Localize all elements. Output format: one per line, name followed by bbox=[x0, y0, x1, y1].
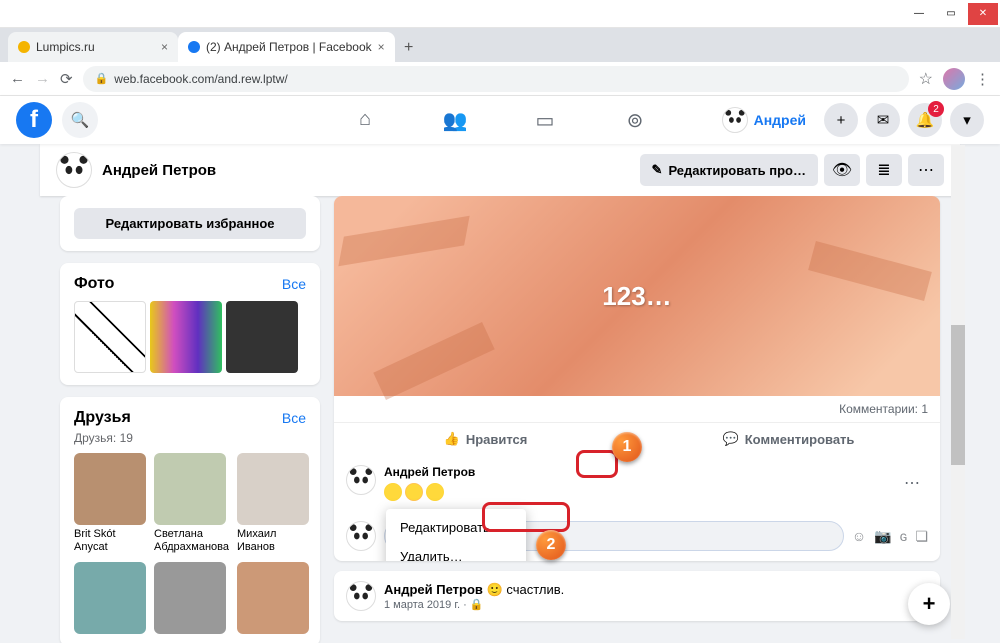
emoji-icon bbox=[405, 483, 423, 501]
friend-item[interactable] bbox=[237, 562, 309, 634]
annotation-badge: 2 bbox=[536, 530, 566, 560]
annotation-highlight bbox=[576, 450, 618, 478]
photos-card: Фото Все bbox=[60, 263, 320, 385]
photo-thumb[interactable] bbox=[226, 301, 298, 373]
comment: Андрей Петров ⋯ Редактировать… Удалить… bbox=[334, 455, 940, 511]
emoji-picker-icon[interactable]: ☺ bbox=[852, 528, 866, 544]
post: Андрей Петров 🙂 счастлив. 1 марта 2019 г… bbox=[334, 571, 940, 621]
fb-logo-icon[interactable]: f bbox=[16, 102, 52, 138]
friend-item[interactable] bbox=[74, 562, 146, 634]
commenter-avatar[interactable] bbox=[346, 465, 376, 495]
photos-all-link[interactable]: Все bbox=[282, 276, 306, 292]
groups-icon[interactable]: ⊚ bbox=[620, 108, 650, 133]
fab-create-icon[interactable]: + bbox=[908, 583, 950, 625]
new-tab-button[interactable]: + bbox=[395, 34, 423, 62]
browser-addressbar: ← → ⟳ 🔒 web.facebook.com/and.rew.lptw/ ☆… bbox=[0, 62, 1000, 96]
camera-icon[interactable]: 📷 bbox=[874, 528, 891, 545]
bookmark-icon[interactable]: ☆ bbox=[919, 69, 933, 89]
fb-center-nav: ⌂ 👥 ▭ ⊚ bbox=[350, 108, 650, 133]
fb-header: f 🔍 ⌂ 👥 ▭ ⊚ Андрей + ✉ 🔔2 ▾ bbox=[0, 96, 1000, 144]
favicon-icon bbox=[188, 41, 200, 53]
friends-title: Друзья bbox=[74, 409, 131, 427]
url-input[interactable]: 🔒 web.facebook.com/and.rew.lptw/ bbox=[83, 66, 909, 92]
profile-avatar[interactable] bbox=[56, 152, 92, 188]
composer-avatar bbox=[346, 521, 376, 551]
edit-favorites-button[interactable]: Редактировать избранное bbox=[74, 208, 306, 239]
post-image-text: 123… bbox=[602, 281, 671, 312]
friend-item[interactable]: Brit Skót Anycat bbox=[74, 453, 146, 554]
tab-title: (2) Андрей Петров | Facebook bbox=[206, 40, 372, 54]
favicon-icon bbox=[18, 41, 30, 53]
lock-icon: 🔒 bbox=[95, 72, 109, 85]
window-titlebar: — ▭ ✕ bbox=[0, 0, 1000, 28]
photo-thumb[interactable] bbox=[74, 301, 146, 373]
tab-close-icon[interactable]: × bbox=[378, 40, 385, 54]
notifications-icon[interactable]: 🔔2 bbox=[908, 103, 942, 137]
page-scrollbar[interactable] bbox=[951, 145, 965, 639]
friend-item[interactable] bbox=[154, 562, 229, 634]
sticker-icon[interactable]: ❏ bbox=[915, 528, 928, 545]
comment-more-icon[interactable]: ⋯ bbox=[896, 471, 928, 495]
friend-item[interactable]: Светлана Абдрахманова bbox=[154, 453, 229, 554]
account-menu-icon[interactable]: ▾ bbox=[950, 103, 984, 137]
browser-profile-avatar[interactable] bbox=[943, 68, 965, 90]
menu-delete[interactable]: Удалить… bbox=[386, 542, 526, 561]
browser-tab[interactable]: (2) Андрей Петров | Facebook × bbox=[178, 32, 395, 62]
url-text: web.facebook.com/and.rew.lptw/ bbox=[114, 72, 287, 86]
photos-title: Фото bbox=[74, 275, 114, 293]
post: 123… Комментарии: 1 👍 Нравится 💬 Коммент… bbox=[334, 196, 940, 561]
annotation-badge: 1 bbox=[612, 432, 642, 462]
view-as-icon[interactable]: 👁 bbox=[824, 154, 860, 186]
gif-icon[interactable]: ɢ bbox=[900, 528, 908, 544]
browser-tabbar: Lumpics.ru × (2) Андрей Петров | Faceboo… bbox=[0, 28, 1000, 62]
forward-icon[interactable]: → bbox=[35, 70, 50, 87]
friends-all-link[interactable]: Все bbox=[282, 410, 306, 426]
tab-close-icon[interactable]: × bbox=[161, 40, 168, 54]
profile-name: Андрей Петров bbox=[102, 162, 216, 179]
home-icon[interactable]: ⌂ bbox=[350, 108, 380, 133]
window-close[interactable]: ✕ bbox=[968, 3, 998, 25]
messenger-icon[interactable]: ✉ bbox=[866, 103, 900, 137]
annotation-highlight bbox=[482, 502, 570, 532]
more-icon[interactable]: ⋯ bbox=[908, 154, 944, 186]
edit-profile-button[interactable]: ✎ Редактировать про… bbox=[640, 154, 818, 186]
friends-icon[interactable]: 👥 bbox=[440, 108, 470, 133]
tab-title: Lumpics.ru bbox=[36, 40, 95, 54]
emoji-icon bbox=[384, 483, 402, 501]
emoji-icon bbox=[426, 483, 444, 501]
username: Андрей bbox=[754, 112, 806, 128]
notif-badge: 2 bbox=[928, 101, 944, 117]
create-button[interactable]: + bbox=[824, 103, 858, 137]
commenter-name[interactable]: Андрей Петров bbox=[384, 465, 888, 479]
scrollbar-thumb[interactable] bbox=[951, 325, 965, 465]
friends-card: Друзья Все Друзья: 19 Brit Skót Anycat С… bbox=[60, 397, 320, 643]
back-icon[interactable]: ← bbox=[10, 70, 25, 87]
window-maximize[interactable]: ▭ bbox=[936, 3, 966, 25]
post-author[interactable]: Андрей Петров 🙂 счастлив. bbox=[384, 582, 564, 598]
friends-count: Друзья: 19 bbox=[74, 431, 306, 445]
browser-tab[interactable]: Lumpics.ru × bbox=[8, 32, 178, 62]
post-image[interactable]: 123… bbox=[334, 196, 940, 396]
avatar-icon bbox=[722, 107, 748, 133]
watch-icon[interactable]: ▭ bbox=[530, 108, 560, 133]
friend-item[interactable]: Михаил Иванов bbox=[237, 453, 309, 554]
post-author-avatar[interactable] bbox=[346, 581, 376, 611]
search-icon[interactable]: 🔍 bbox=[62, 102, 98, 138]
reload-icon[interactable]: ⟳ bbox=[60, 70, 73, 88]
comment-button[interactable]: 💬 Комментировать bbox=[637, 423, 940, 455]
browser-menu-icon[interactable]: ⋮ bbox=[975, 70, 990, 88]
profile-bar: Андрей Петров ✎ Редактировать про… 👁 ≣ ⋯ bbox=[40, 144, 960, 196]
activity-log-icon[interactable]: ≣ bbox=[866, 154, 902, 186]
comments-count[interactable]: Комментарии: 1 bbox=[334, 396, 940, 416]
user-chip[interactable]: Андрей bbox=[718, 103, 816, 137]
post-date: 1 марта 2019 г. · 🔒 bbox=[384, 598, 564, 611]
window-minimize[interactable]: — bbox=[904, 3, 934, 25]
edit-favorites-card: Редактировать избранное bbox=[60, 196, 320, 251]
photo-thumb[interactable] bbox=[150, 301, 222, 373]
